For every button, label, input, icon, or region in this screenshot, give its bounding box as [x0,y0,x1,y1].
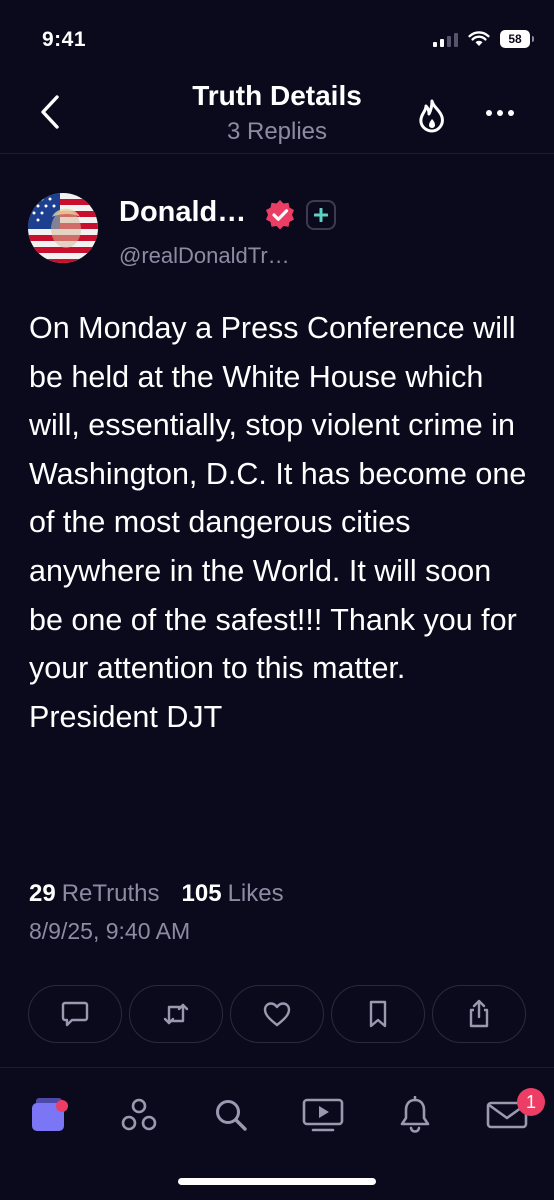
cellular-signal-icon [433,31,458,47]
likes-stat[interactable]: 105 Likes [182,880,284,908]
page-title: Truth Details [192,80,362,111]
flame-icon [419,99,444,133]
avatar-flag-portrait [28,193,98,263]
messages-badge: 1 [517,1088,545,1116]
author-handle[interactable]: @realDonaldTr… [119,243,290,269]
nav-feed[interactable] [20,1092,76,1138]
feed-unread-dot [56,1100,68,1112]
nav-search[interactable] [203,1092,259,1138]
nav-groups[interactable] [111,1092,167,1138]
post-actions [28,985,526,1043]
wifi-icon [468,31,490,46]
status-bar: 9:41 58 [0,0,554,70]
post-timestamp: 8/9/25, 9:40 AM [29,918,191,944]
home-indicator [178,1178,376,1185]
status-time: 9:41 [42,28,87,51]
bottom-nav: 1 [0,1068,554,1200]
battery-indicator: 58 [500,30,534,48]
retruths-label: ReTruths [61,880,160,907]
bookmark-button[interactable] [331,985,425,1043]
comment-icon [61,1001,89,1027]
more-options-button[interactable] [478,98,522,128]
status-icons: 58 [433,30,534,48]
retruths-stat[interactable]: 29 ReTruths [29,880,160,908]
reply-button[interactable] [28,985,122,1043]
likes-label: Likes [227,880,284,907]
likes-count: 105 [181,880,222,907]
video-icon [302,1098,344,1132]
ellipsis-icon [486,110,514,116]
retruth-button[interactable] [129,985,223,1043]
post-stats: 29 ReTruths 105 Likes [29,880,284,908]
plus-icon [314,208,328,222]
verified-badge-icon [266,200,294,230]
repost-icon [163,1003,189,1025]
nav-notifications[interactable] [387,1092,443,1138]
share-button[interactable] [432,985,526,1043]
follow-button[interactable] [306,200,336,230]
heart-icon [263,1002,291,1027]
nav-video[interactable] [295,1092,351,1138]
top-header: Truth Details 3 Replies [0,70,554,154]
nav-messages[interactable]: 1 [479,1088,545,1138]
search-icon [216,1100,247,1131]
groups-icon [121,1098,157,1131]
post-body: On Monday a Press Conference will be hel… [29,311,527,734]
share-icon [469,999,489,1028]
author-name[interactable]: Donald… [119,196,246,229]
like-button[interactable] [230,985,324,1043]
bookmark-icon [369,1000,387,1028]
bell-icon [400,1096,430,1133]
author-avatar[interactable] [28,193,98,263]
retruths-count: 29 [29,880,56,907]
trending-button[interactable] [412,94,452,138]
replies-count[interactable]: 3 Replies [0,118,554,146]
